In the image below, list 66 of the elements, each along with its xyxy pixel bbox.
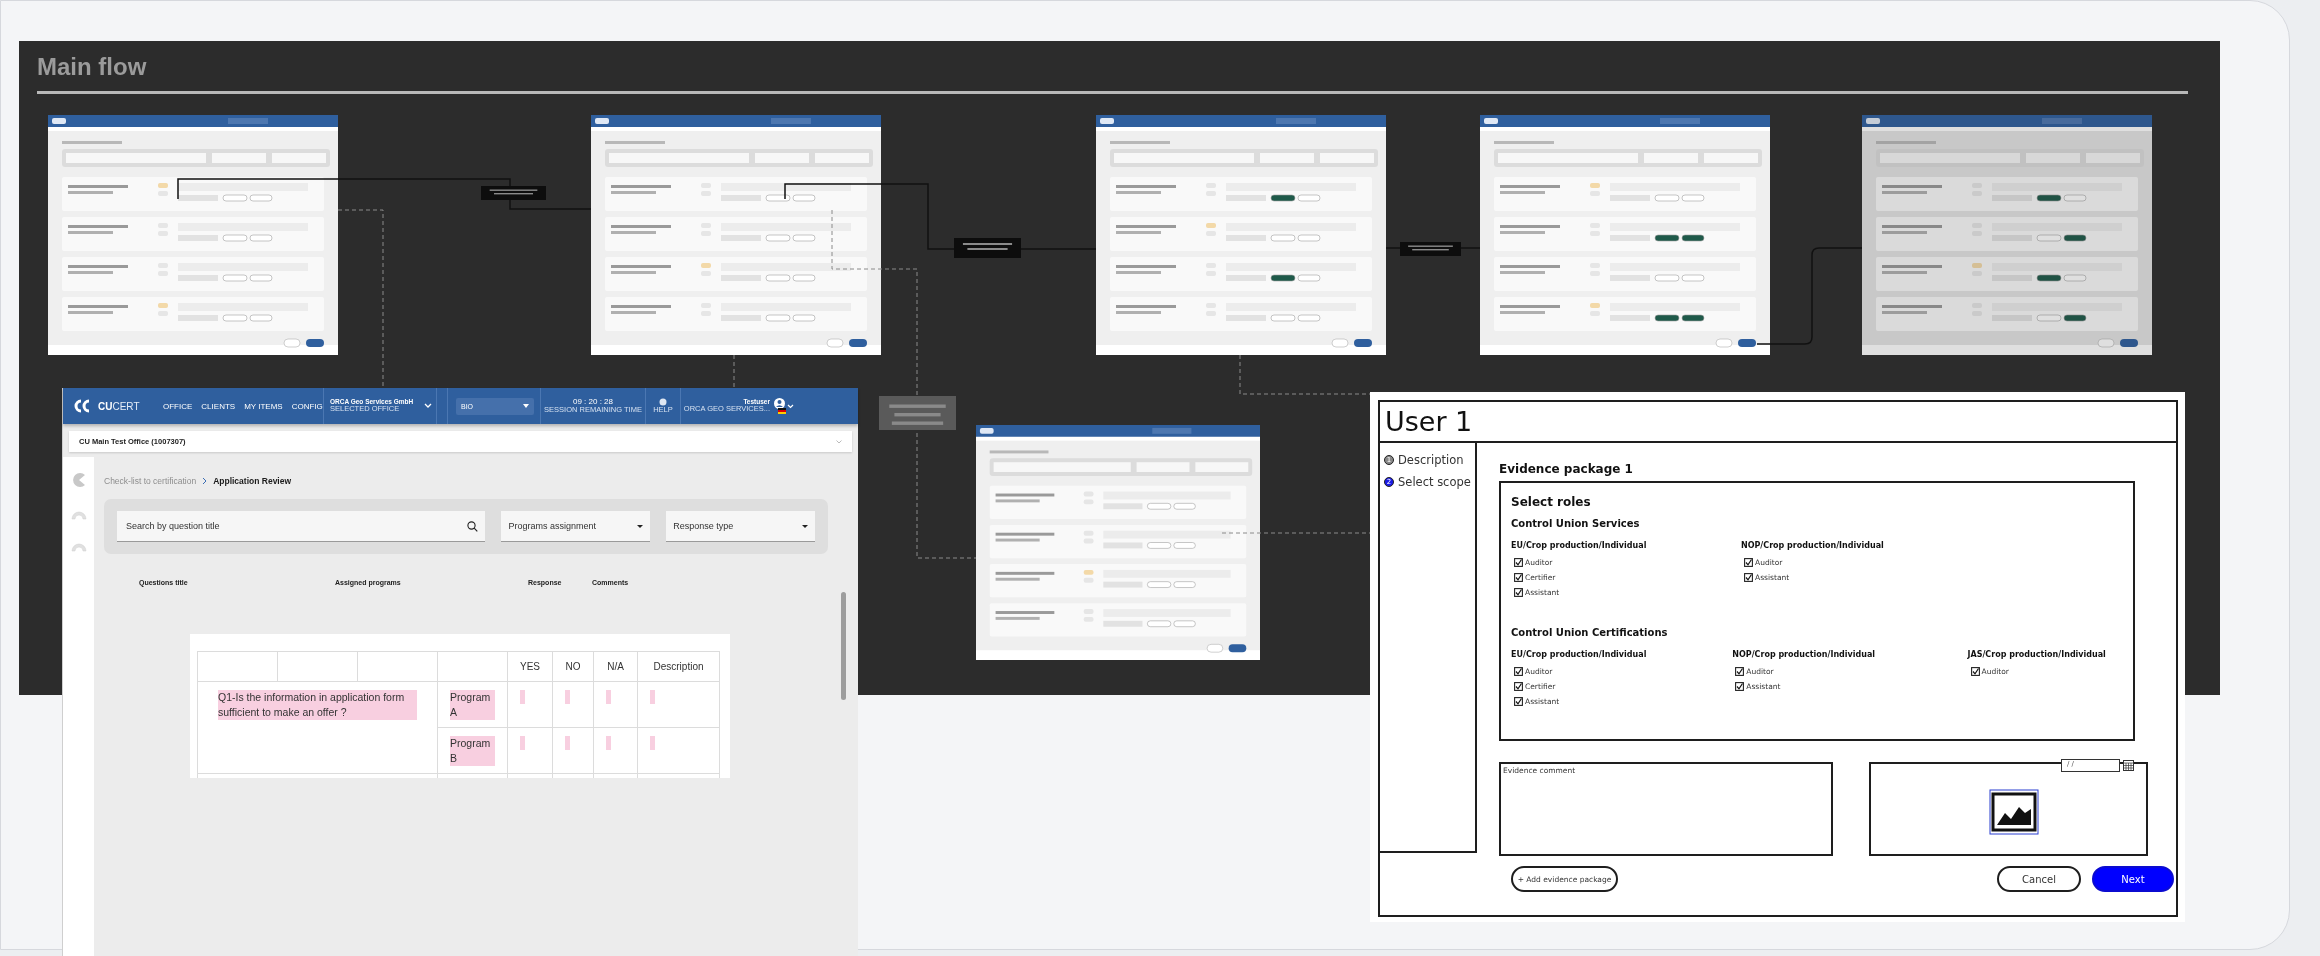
question-text: Q1-Is the information in application form sufficient to make an offer ? — [218, 690, 417, 720]
next-button[interactable]: Next — [2092, 866, 2174, 892]
nav-link[interactable]: CONFIG — [291, 401, 323, 411]
checkbox[interactable] — [1514, 697, 1523, 706]
search-icon[interactable] — [467, 520, 479, 532]
image-icon[interactable] — [1988, 789, 2039, 835]
highlight-mark — [565, 736, 570, 750]
column-header: YES — [519, 660, 541, 674]
search-input[interactable]: Search by question title — [124, 520, 424, 532]
search-field[interactable]: Search by question title — [117, 511, 486, 542]
checkbox[interactable] — [1514, 588, 1523, 597]
nav-link[interactable]: CLIENTS — [201, 401, 236, 411]
program-label: Program A — [450, 690, 495, 720]
highlight-mark — [650, 690, 655, 704]
highlight-mark — [650, 736, 655, 750]
session-timer: 09 : 20 : 28 — [573, 397, 613, 407]
note-drawing — [1400, 242, 1461, 256]
checkbox[interactable] — [1514, 682, 1523, 691]
panel-title: Select roles — [1511, 495, 1592, 509]
highlight-mark — [520, 736, 525, 750]
checkbox[interactable] — [1735, 682, 1745, 691]
caret-icon — [802, 524, 808, 528]
cancel-button[interactable]: Cancel — [1997, 866, 2081, 892]
flag-icon — [778, 408, 786, 414]
nav-link[interactable]: OFFICE — [163, 401, 193, 411]
highlight-mark — [520, 690, 525, 704]
chevron-right-icon — [202, 477, 208, 485]
scope-title: NOP/Crop production/Individual — [1732, 650, 1877, 659]
scope-title: JAS/Crop production/Individual — [1967, 650, 2107, 659]
checkbox[interactable] — [1514, 573, 1523, 582]
scrollbar[interactable] — [841, 592, 846, 700]
caret-icon — [523, 404, 529, 408]
breadcrumb-link[interactable]: Application Review — [213, 476, 292, 486]
scope-title: NOP/Crop production/Individual — [1741, 541, 1885, 550]
avatar-icon[interactable] — [774, 398, 785, 409]
checkbox[interactable] — [1744, 573, 1753, 582]
connector-line — [733, 354, 735, 389]
checkbox[interactable] — [1514, 667, 1523, 676]
checkbox[interactable] — [1970, 667, 1980, 676]
window-title: User 1 — [1385, 406, 1473, 437]
group-title: Control Union Services — [1511, 518, 1641, 529]
globe-icon[interactable] — [659, 398, 667, 407]
highlight-mark — [606, 736, 611, 750]
caret-icon — [637, 524, 644, 528]
checkbox[interactable] — [1514, 558, 1523, 567]
response-dropdown[interactable]: Response type — [666, 511, 815, 542]
highlight-mark — [565, 690, 570, 704]
calendar-icon[interactable] — [2123, 760, 2134, 771]
section-heading: Evidence package 1 — [1499, 462, 1634, 476]
checkbox[interactable] — [1744, 558, 1753, 567]
group-title: Control Union Certifications — [1511, 627, 1669, 638]
logo-text: CERT — [112, 400, 140, 412]
column-header: N/A — [606, 660, 625, 674]
highlight-mark — [606, 690, 611, 704]
programs-dropdown[interactable]: Programs assignment — [501, 511, 651, 542]
checkbox[interactable] — [1735, 667, 1745, 676]
column-header: Description — [652, 660, 705, 674]
note-drawing — [954, 238, 1021, 258]
scope-title: EU/Crop production/Individual — [1511, 650, 1648, 659]
nav-link[interactable]: MY ITEMS — [244, 401, 283, 411]
logo-text: CU — [98, 400, 113, 412]
note-drawing — [481, 186, 546, 200]
scope-title: EU/Crop production/Individual — [1511, 541, 1648, 550]
program-label: Program B — [450, 736, 495, 766]
column-header: NO — [564, 660, 582, 674]
frame-title: Main flow — [37, 53, 147, 81]
